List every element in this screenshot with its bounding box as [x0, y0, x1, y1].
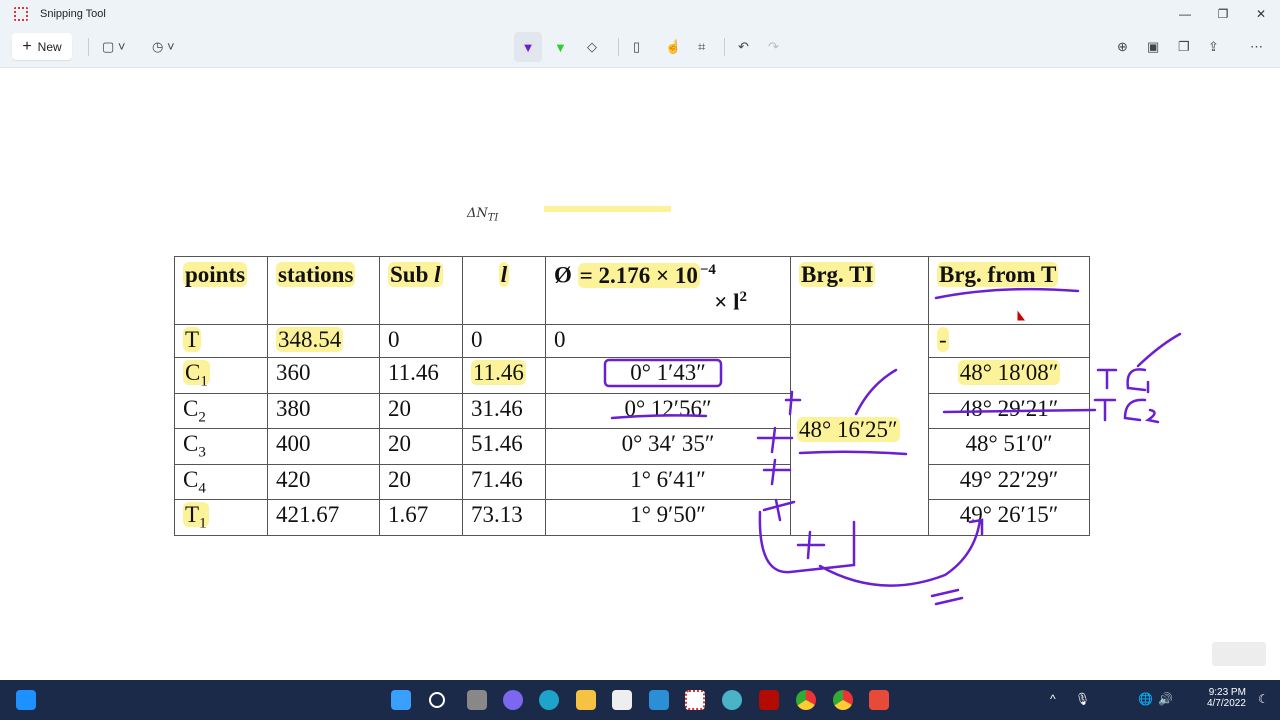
- ballpoint-pen-icon[interactable]: ▼: [514, 32, 542, 62]
- network-icon[interactable]: 🌐: [1138, 692, 1153, 706]
- microphone-icon[interactable]: 🎙: [1075, 692, 1090, 706]
- acrobat-icon[interactable]: [759, 690, 779, 710]
- snip-mode-icon[interactable]: ▢ ˅: [102, 36, 126, 58]
- table-header-row: points stations Sub l l Ø = 2.176 × 10 −4…: [174, 256, 1090, 325]
- minimize-button[interactable]: —: [1166, 0, 1204, 28]
- store-icon[interactable]: [612, 690, 632, 710]
- clock[interactable]: 9:23 PM 4/7/2022: [1207, 687, 1246, 709]
- plus-icon: +: [22, 37, 32, 55]
- delay-timer-icon[interactable]: ◷ ˅: [152, 36, 175, 58]
- highlight-mark: [544, 206, 671, 212]
- file-explorer-icon[interactable]: [576, 690, 596, 710]
- snipping-tool-icon: [14, 7, 28, 21]
- teams-icon[interactable]: [503, 690, 523, 710]
- brg-ti-value: 48° 16′25″: [797, 416, 900, 442]
- chrome-profile-icon[interactable]: [833, 690, 853, 710]
- chrome-icon[interactable]: [796, 690, 816, 710]
- task-view-icon[interactable]: [467, 690, 487, 710]
- table-row: C1 360 11.46 11.46 0° 1′43″ 48° 18′08″: [174, 357, 1090, 394]
- copy-icon[interactable]: ❐: [1178, 36, 1190, 58]
- table-row: C2 380 20 31.46 0° 12′56″ 48° 29′21″: [174, 392, 1090, 430]
- start-icon[interactable]: [391, 690, 411, 710]
- toolbar: + New ▢ ˅ ◷ ˅ ▼ ▼ ◇ ▯ ☝ ⌗ ↶ ↷ ⊕ ▣ ❐ ⇪ ⋯: [0, 28, 1280, 68]
- save-icon[interactable]: ▣: [1147, 36, 1159, 58]
- more-icon[interactable]: ⋯: [1250, 36, 1263, 58]
- title-bar: Snipping Tool — ❐ ✕: [0, 0, 1280, 28]
- undo-icon[interactable]: ↶: [738, 36, 749, 58]
- maximize-button[interactable]: ❐: [1204, 0, 1242, 28]
- show-hidden-icons[interactable]: ^: [1050, 692, 1056, 706]
- edge-icon[interactable]: [539, 690, 559, 710]
- snipping-tool-icon[interactable]: [685, 690, 705, 710]
- stations-table: points stations Sub l l Ø = 2.176 × 10 −4…: [174, 256, 1090, 536]
- close-button[interactable]: ✕: [1242, 0, 1280, 28]
- notifications-icon[interactable]: ☾: [1258, 692, 1269, 706]
- crop-icon[interactable]: ⌗: [698, 36, 705, 58]
- redo-icon[interactable]: ↷: [768, 36, 779, 58]
- eraser-icon[interactable]: ◇: [587, 36, 597, 58]
- paint-icon[interactable]: [722, 690, 742, 710]
- mail-icon[interactable]: [649, 690, 669, 710]
- table-row: T 348.54 0 0 0 48° 16′25″ -: [174, 324, 1090, 536]
- app-s-icon[interactable]: [869, 690, 889, 710]
- table-row: C3 400 20 51.46 0° 34′ 35″ 48° 51′0″: [174, 428, 1090, 465]
- volume-icon[interactable]: 🔊: [1158, 692, 1173, 706]
- partial-formula: ΔNTI: [467, 206, 499, 224]
- window-title: Snipping Tool: [40, 8, 106, 20]
- search-icon[interactable]: [429, 692, 445, 708]
- new-button[interactable]: + New: [12, 33, 72, 60]
- highlighter-icon[interactable]: ▼: [554, 36, 567, 58]
- table-row: T1 421.67 1.67 73.13 1° 9′50″ 49° 26′15″: [174, 499, 1090, 536]
- show-desktop-icon[interactable]: [16, 690, 36, 710]
- taskbar: ^ 🎙 🌐 🔊 9:23 PM 4/7/2022 ☾: [0, 680, 1280, 720]
- floating-widget[interactable]: [1212, 642, 1266, 666]
- zoom-icon[interactable]: ⊕: [1117, 36, 1128, 58]
- table-row: C4 420 20 71.46 1° 6′41″ 49° 22′29″: [174, 463, 1090, 501]
- share-icon[interactable]: ⇪: [1208, 36, 1219, 58]
- touch-writing-icon[interactable]: ☝: [665, 36, 681, 58]
- ruler-icon[interactable]: ▯: [633, 36, 640, 58]
